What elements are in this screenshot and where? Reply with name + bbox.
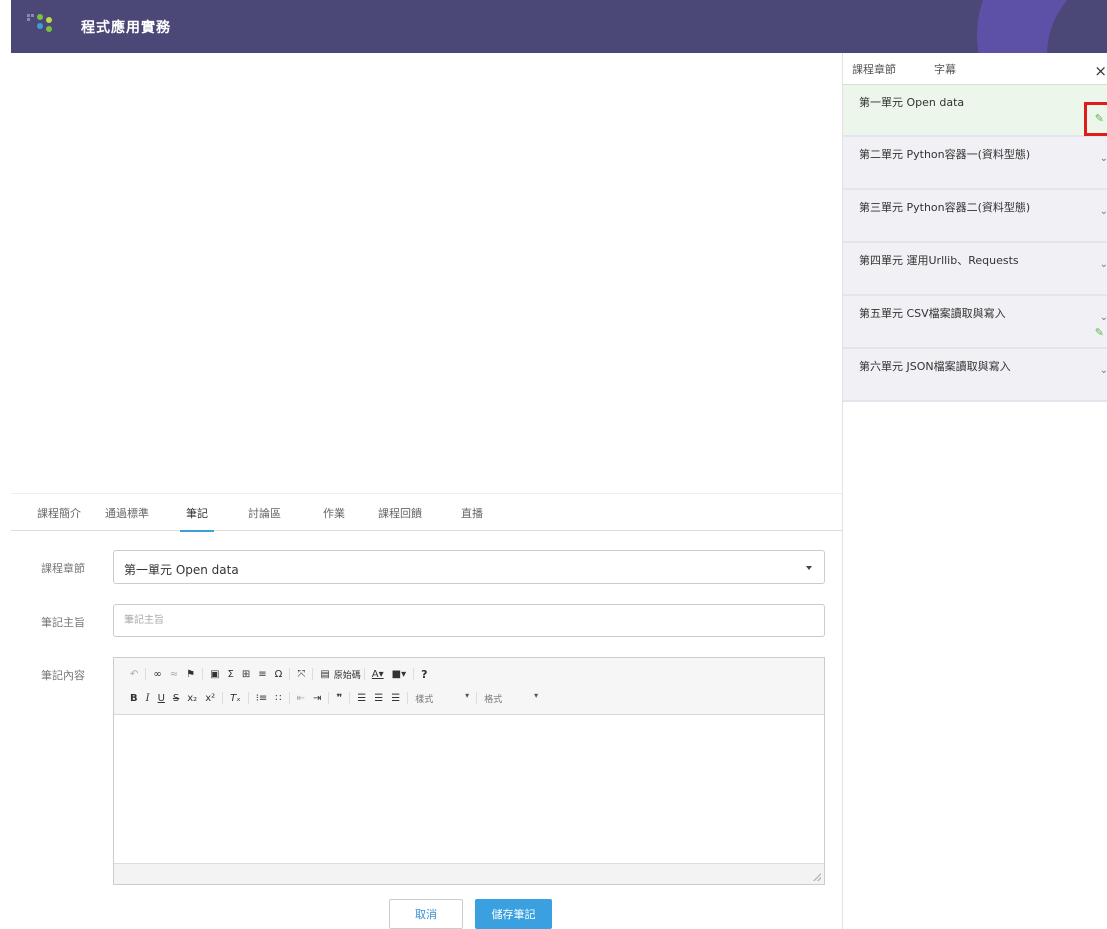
chapter-select[interactable]: 第一單元 Open data — [113, 550, 825, 584]
text-color-icon[interactable]: A▾ — [368, 669, 388, 680]
bg-color-icon[interactable]: ■▾ — [388, 669, 410, 680]
bold-icon[interactable]: B — [126, 693, 142, 704]
content-label: 筆記內容 — [41, 669, 85, 682]
tab-discussion[interactable]: 討論區 — [248, 505, 281, 521]
tab-chapters[interactable]: 課程章節 — [852, 61, 896, 77]
horizontal-line-icon[interactable]: ≡ — [254, 669, 270, 680]
undo-icon[interactable]: ↶ — [126, 669, 142, 680]
cancel-button[interactable]: 取消 — [389, 899, 463, 929]
chapter-title: 第五單元 CSV檔案讀取與寫入 — [859, 307, 1006, 320]
chapter-panel: 課程章節 字幕 × 第一單元 Open data ✎ 第二單元 Python容器… — [842, 53, 1107, 929]
tab-subtitles[interactable]: 字幕 — [934, 61, 956, 77]
close-icon[interactable]: × — [1094, 62, 1107, 80]
format-dropdown[interactable]: 樣式 — [411, 691, 473, 705]
outdent-icon[interactable]: ⇤ — [293, 693, 309, 704]
align-left-icon[interactable]: ☰ — [353, 693, 370, 704]
chapter-item[interactable]: 第六單元 JSON檔案讀取與寫入 ⌄ — [843, 349, 1107, 402]
resize-grip-icon[interactable] — [813, 873, 821, 881]
underline-icon[interactable]: U — [154, 693, 169, 704]
editor-content-area[interactable] — [114, 715, 824, 863]
app-title: 程式應用實務 — [81, 20, 171, 36]
top-bar-edge — [0, 0, 11, 53]
edit-note-icon[interactable]: ✎ — [1095, 326, 1104, 339]
table-icon[interactable]: ⊞ — [238, 669, 254, 680]
style-dropdown[interactable]: 格式 — [480, 691, 542, 705]
source-button-label[interactable]: 原始碼 — [334, 668, 361, 681]
app-grid-icon[interactable] — [27, 14, 57, 38]
bullet-list-icon[interactable]: ∷ — [271, 693, 285, 704]
align-right-icon[interactable]: ☰ — [387, 693, 404, 704]
chapter-label: 課程章節 — [41, 562, 85, 575]
italic-icon[interactable]: I — [142, 693, 154, 704]
blockquote-icon[interactable]: ❞ — [332, 693, 346, 704]
numbered-list-icon[interactable]: ⁝≡ — [252, 693, 272, 704]
image-icon[interactable]: ▣ — [206, 669, 223, 680]
caret-down-icon — [806, 566, 812, 570]
chapter-title: 第三單元 Python容器二(資料型態) — [859, 201, 1031, 214]
subject-input[interactable] — [113, 604, 825, 637]
chevron-down-icon[interactable]: ⌄ — [1100, 365, 1107, 376]
superscript-icon[interactable]: x² — [201, 693, 219, 704]
chapter-title: 第一單元 Open data — [859, 96, 965, 109]
chapter-title: 第六單元 JSON檔案讀取與寫入 — [859, 360, 1011, 373]
chapter-item[interactable]: 第一單元 Open data ✎ — [843, 84, 1107, 137]
tab-pass-criteria[interactable]: 通過標準 — [105, 505, 149, 521]
tab-notes[interactable]: 筆記 — [180, 505, 214, 532]
help-icon[interactable]: ? — [417, 668, 431, 681]
strikethrough-icon[interactable]: S — [169, 693, 183, 704]
chapter-title: 第四單元 運用Urllib、Requests — [859, 254, 1019, 267]
video-player-area[interactable] — [11, 53, 842, 493]
align-center-icon[interactable]: ☰ — [370, 693, 387, 704]
chevron-down-icon[interactable]: ⌄ — [1100, 153, 1107, 164]
save-note-button[interactable]: 儲存筆記 — [475, 899, 552, 929]
chevron-down-icon[interactable]: ⌄ — [1100, 206, 1107, 217]
tab-course-intro[interactable]: 課程簡介 — [37, 505, 81, 521]
top-bar: 程式應用實務 — [0, 0, 1107, 53]
source-icon[interactable]: ▤ — [316, 669, 333, 680]
special-char-icon[interactable]: Ω — [271, 669, 287, 680]
editor-footer — [114, 863, 824, 884]
highlight-box — [1084, 102, 1107, 136]
chapter-item[interactable]: 第二單元 Python容器一(資料型態) ⌄ — [843, 137, 1107, 190]
subscript-icon[interactable]: x₂ — [183, 693, 201, 704]
chapter-item[interactable]: 第五單元 CSV檔案讀取與寫入 ⌄ ✎ — [843, 296, 1107, 349]
course-tabs: 課程簡介 通過標準 筆記 討論區 作業 課程回饋 直播 — [11, 493, 842, 532]
tab-homework[interactable]: 作業 — [323, 505, 345, 521]
indent-icon[interactable]: ⇥ — [309, 693, 325, 704]
chapter-item[interactable]: 第三單元 Python容器二(資料型態) ⌄ — [843, 190, 1107, 243]
chapter-select-value: 第一單元 Open data — [124, 563, 239, 577]
editor-toolbar: ↶ ∞ ≈ ⚑ ▣ Σ ⊞ ≡ Ω ⤧ ▤ 原始碼 A▾ ■▾ ? B I U — [114, 658, 824, 715]
tab-live[interactable]: 直播 — [461, 505, 483, 521]
chevron-down-icon[interactable]: ⌄ — [1100, 312, 1107, 323]
chapter-list: 第一單元 Open data ✎ 第二單元 Python容器一(資料型態) ⌄ … — [843, 84, 1107, 402]
maximize-icon[interactable]: ⤧ — [293, 669, 309, 680]
chapter-title: 第二單元 Python容器一(資料型態) — [859, 148, 1031, 161]
chapter-item[interactable]: 第四單元 運用Urllib、Requests ⌄ — [843, 243, 1107, 296]
unlink-icon[interactable]: ≈ — [166, 669, 182, 680]
rich-text-editor: ↶ ∞ ≈ ⚑ ▣ Σ ⊞ ≡ Ω ⤧ ▤ 原始碼 A▾ ■▾ ? B I U — [113, 657, 825, 885]
chevron-down-icon[interactable]: ⌄ — [1100, 259, 1107, 270]
link-icon[interactable]: ∞ — [149, 669, 165, 680]
anchor-icon[interactable]: ⚑ — [182, 669, 199, 680]
formula-icon[interactable]: Σ — [224, 669, 238, 680]
subject-label: 筆記主旨 — [41, 616, 85, 629]
remove-format-icon[interactable]: Tₓ — [226, 693, 245, 704]
tab-feedback[interactable]: 課程回饋 — [378, 505, 422, 521]
